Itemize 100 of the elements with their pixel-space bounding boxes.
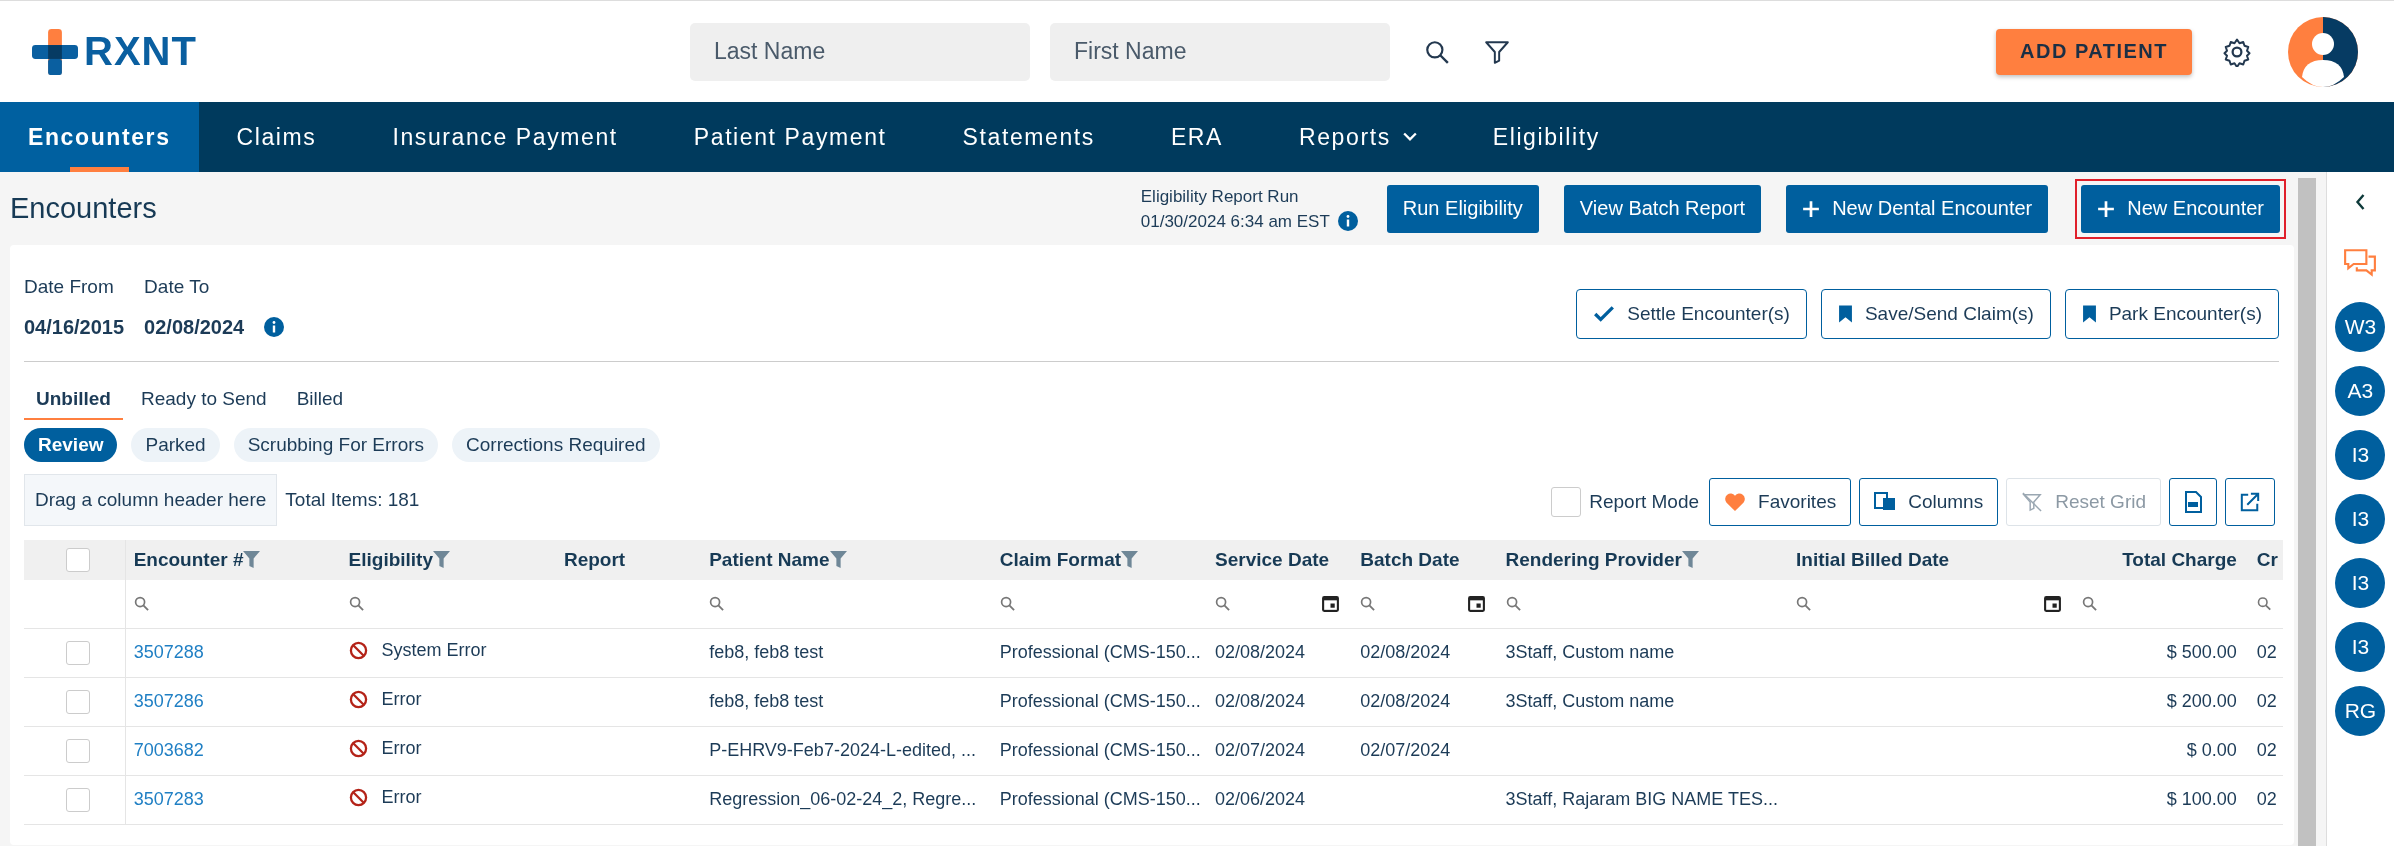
- search-icon[interactable]: [1424, 38, 1450, 65]
- plus-icon: [2097, 199, 2116, 218]
- table-cell: 02/08/2024: [1215, 691, 1306, 711]
- encounter-link[interactable]: 7003682: [133, 740, 204, 760]
- encounter-link[interactable]: 3507283: [133, 789, 204, 809]
- info-icon[interactable]: [1337, 210, 1358, 231]
- filter-chip[interactable]: Review: [24, 428, 118, 462]
- table-cell: System Error: [381, 640, 487, 661]
- date-to-value: 02/08/2024: [144, 315, 245, 339]
- user-avatar[interactable]: I3: [2335, 494, 2386, 544]
- search-field[interactable]: Last Name: [690, 22, 1030, 81]
- user-avatar[interactable]: I3: [2335, 622, 2386, 672]
- user-avatar[interactable]: I3: [2335, 558, 2386, 608]
- row-checkbox[interactable]: [66, 738, 91, 763]
- blocked-icon: [348, 739, 368, 758]
- nav-tab[interactable]: Reports: [1261, 102, 1455, 172]
- table-cell: 02/06/2024: [1215, 789, 1306, 809]
- nav-tab[interactable]: Insurance Payment: [354, 102, 656, 172]
- search-field[interactable]: First Name: [1050, 22, 1390, 81]
- pdf-button[interactable]: [2169, 478, 2217, 526]
- column-header[interactable]: Total Charge: [2122, 549, 2237, 570]
- column-header[interactable]: Encounter #: [133, 549, 244, 570]
- column-header[interactable]: Initial Billed Date: [1796, 549, 1950, 570]
- table-cell: 02: [2256, 642, 2277, 662]
- nav-tab[interactable]: Encounters: [0, 102, 199, 172]
- row-checkbox[interactable]: [66, 640, 91, 665]
- user-avatar[interactable]: A3: [2335, 366, 2386, 416]
- table-cell: 02: [2256, 740, 2277, 760]
- columns-button[interactable]: Columns: [1859, 478, 1999, 526]
- filter-chip[interactable]: Corrections Required: [452, 428, 660, 462]
- plus-icon: [1802, 199, 1821, 218]
- info-icon[interactable]: [264, 316, 285, 337]
- status-tab[interactable]: Billed: [284, 388, 356, 420]
- date-from-value: 04/16/2015: [24, 315, 125, 339]
- nav-tab[interactable]: Patient Payment: [655, 102, 925, 172]
- blocked-icon: [348, 641, 368, 660]
- bulk-action-button[interactable]: Settle Encounter(s): [1576, 289, 1807, 339]
- total-items: Total Items: 181: [285, 489, 420, 511]
- chevron-left-icon[interactable]: [2354, 194, 2366, 210]
- report-mode-checkbox[interactable]: [1551, 487, 1582, 517]
- blocked-icon: [348, 690, 368, 709]
- select-all-checkbox[interactable]: [66, 548, 91, 572]
- column-header[interactable]: Eligibility: [348, 549, 433, 570]
- calendar-icon[interactable]: [1321, 594, 1341, 614]
- action-button[interactable]: View Batch Report: [1563, 184, 1762, 233]
- column-header[interactable]: Claim Format: [999, 549, 1122, 570]
- column-header[interactable]: Batch Date: [1360, 549, 1460, 570]
- report-run-time: 01/30/2024 6:34 am EST: [1140, 210, 1330, 233]
- table-cell: Professional (CMS-150...: [999, 789, 1201, 809]
- export-button[interactable]: [2225, 478, 2275, 526]
- action-button[interactable]: New Dental Encounter: [1786, 184, 2049, 233]
- chat-icon[interactable]: [2343, 248, 2378, 280]
- user-avatar-icon[interactable]: [2288, 16, 2358, 87]
- column-header[interactable]: Report: [563, 549, 626, 570]
- table-cell: $ 500.00: [2166, 642, 2237, 662]
- nav-tab[interactable]: Statements: [924, 102, 1133, 172]
- filter-icon[interactable]: [1484, 38, 1510, 65]
- table-cell: 02/08/2024: [1360, 642, 1451, 662]
- column-header[interactable]: Rendering Provider: [1505, 549, 1682, 570]
- bulk-action-button[interactable]: Park Encounter(s): [2064, 289, 2279, 339]
- chevron-down-icon: [1402, 132, 1417, 142]
- nav-tab[interactable]: ERA: [1132, 102, 1261, 172]
- column-header[interactable]: Patient Name: [709, 549, 830, 570]
- table-cell: Professional (CMS-150...: [999, 691, 1201, 711]
- bulk-action-button[interactable]: Save/Send Claim(s): [1820, 289, 2051, 339]
- calendar-icon[interactable]: [1466, 594, 1486, 614]
- row-checkbox[interactable]: [66, 787, 91, 812]
- action-button[interactable]: New Encounter: [2081, 184, 2280, 233]
- date-to-label: Date To: [144, 275, 211, 298]
- pdf-file-icon: [2184, 491, 2202, 513]
- table-cell: 02/07/2024: [1360, 740, 1451, 760]
- report-mode-label: Report Mode: [1589, 491, 1700, 513]
- calendar-icon[interactable]: [2042, 594, 2062, 614]
- table-cell: 02/08/2024: [1360, 691, 1451, 711]
- nav-tab[interactable]: Eligibility: [1454, 102, 1638, 172]
- settings-icon[interactable]: [2222, 36, 2252, 67]
- column-header[interactable]: Cr: [2256, 549, 2278, 570]
- favorites-button[interactable]: Favorites: [1709, 478, 1852, 526]
- filter-chip[interactable]: Scrubbing For Errors: [233, 428, 439, 462]
- table-cell: $ 0.00: [2186, 740, 2237, 760]
- columns-icon: [1874, 492, 1897, 512]
- nav-tab[interactable]: Claims: [198, 102, 355, 172]
- user-avatar[interactable]: I3: [2335, 430, 2386, 480]
- group-drop-area[interactable]: Drag a column header here: [24, 474, 278, 526]
- add-patient-button[interactable]: ADD PATIENT: [1996, 28, 2192, 75]
- heart-icon: [1724, 492, 1747, 512]
- bookmark-icon: [2081, 304, 2097, 324]
- scrollbar[interactable]: [2298, 178, 2316, 846]
- table-cell: 3Staff, Custom name: [1505, 691, 1675, 711]
- encounter-link[interactable]: 3507286: [133, 691, 204, 711]
- user-avatar[interactable]: W3: [2335, 302, 2386, 352]
- table-cell: feb8, feb8 test: [709, 642, 824, 662]
- row-checkbox[interactable]: [66, 689, 91, 714]
- filter-chip[interactable]: Parked: [131, 428, 220, 462]
- action-button[interactable]: Run Eligibility: [1386, 184, 1539, 233]
- user-avatar[interactable]: RG: [2335, 686, 2386, 736]
- status-tab[interactable]: Unbilled: [24, 388, 123, 420]
- column-header[interactable]: Service Date: [1215, 549, 1330, 570]
- status-tab[interactable]: Ready to Send: [128, 388, 279, 420]
- encounter-link[interactable]: 3507288: [133, 642, 204, 662]
